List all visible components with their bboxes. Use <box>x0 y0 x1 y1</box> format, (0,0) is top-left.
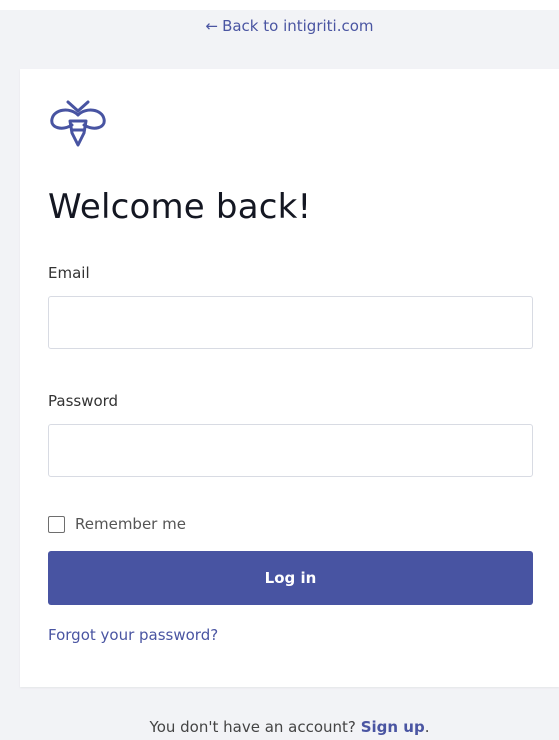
back-link-label: Back to intigriti.com <box>222 17 374 35</box>
password-label: Password <box>48 392 119 410</box>
password-field[interactable] <box>48 424 533 477</box>
signup-prompt-text: You don't have an account? <box>149 718 356 736</box>
forgot-password-link[interactable]: Forgot your password? <box>48 626 218 644</box>
login-card: Welcome back! Email Password Remember me… <box>20 69 559 687</box>
page-title: Welcome back! <box>48 187 312 227</box>
remember-me-label: Remember me <box>75 515 186 533</box>
signup-link[interactable]: Sign up <box>361 718 425 736</box>
signup-period: . <box>424 718 430 736</box>
top-strip <box>0 0 559 10</box>
remember-me-checkbox[interactable] <box>48 515 65 533</box>
remember-me-toggle[interactable]: Remember me <box>48 515 186 533</box>
signup-prompt: You don't have an account? Sign up. <box>0 718 559 736</box>
email-field[interactable] <box>48 296 533 349</box>
back-to-site-link[interactable]: ← Back to intigriti.com <box>0 17 559 35</box>
login-button[interactable]: Log in <box>48 551 533 605</box>
email-label: Email <box>48 264 90 282</box>
arrow-left-icon: ← <box>205 17 219 35</box>
bee-logo-icon <box>50 100 106 147</box>
